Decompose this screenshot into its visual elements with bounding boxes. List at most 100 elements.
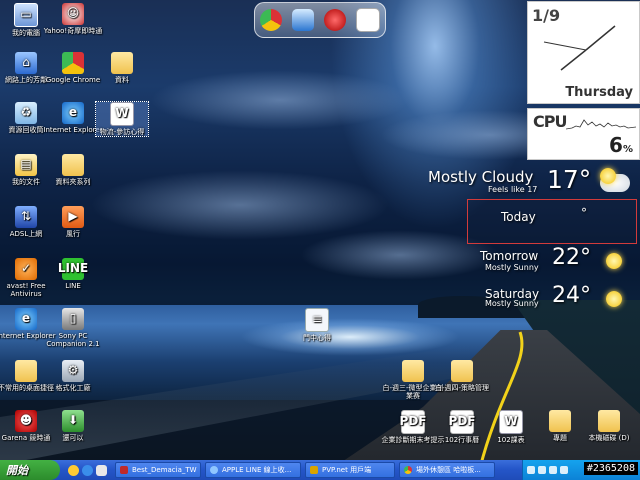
sun-icon xyxy=(600,168,616,184)
sony-companion-icon: ▯ xyxy=(62,308,84,330)
icon-label: avast! Free Antivirus xyxy=(6,282,46,299)
weather-feels-like: Feels like 17 xyxy=(488,185,538,194)
chrome-icon xyxy=(62,52,84,74)
icon-label: Sony PC Companion 2.1 xyxy=(46,332,100,349)
icon-label: 門中心得 xyxy=(303,334,331,342)
line-app-icon: LINE xyxy=(58,258,88,280)
icon-label: Yahoo!奇摩即時通 xyxy=(43,27,103,35)
top-dock xyxy=(254,2,386,38)
icon-label: 我的文件 xyxy=(12,178,40,186)
cpu-unit: % xyxy=(622,144,633,155)
sun-icon xyxy=(606,253,622,269)
weather-today-label: Today xyxy=(501,210,536,224)
task-button-forum[interactable]: 場外休憩區 哈啦板... xyxy=(399,462,495,478)
recycle-bin-icon: ♻ xyxy=(15,102,37,124)
icon-label: 物流-參訪心得 xyxy=(99,128,145,136)
desktop-icon-thu-strategy[interactable]: 白-週四-策略管理 xyxy=(430,360,494,392)
desktop-icon-fengxing[interactable]: ▶ 風行 xyxy=(41,206,105,238)
icon-label: 風行 xyxy=(66,230,80,238)
computer-icon: ▭ xyxy=(14,3,38,27)
avast-icon: ✓ xyxy=(15,258,37,280)
icon-label: 資源回收筒 xyxy=(8,126,44,134)
tray-icon[interactable] xyxy=(549,466,557,474)
yahoo-messenger-icon: ☺ xyxy=(62,3,84,25)
image-id-watermark: #2365208 xyxy=(583,462,638,475)
desktop-icon-door-notes[interactable]: ≡ 門中心得 xyxy=(285,308,349,342)
desktop-icon-logistics-doc[interactable]: W 物流-參訪心得 xyxy=(95,100,149,138)
folder-icon xyxy=(111,52,133,74)
show-desktop-icon[interactable] xyxy=(96,464,107,476)
wallpaper-cloud xyxy=(90,170,390,240)
icon-label: 本機磁碟 (D) xyxy=(588,434,630,442)
tray-icon[interactable] xyxy=(538,466,546,474)
icon-label: 專題 xyxy=(553,434,567,442)
monitor-icon[interactable] xyxy=(292,9,314,31)
ie-icon xyxy=(210,466,218,474)
tray-icon[interactable] xyxy=(560,466,568,474)
wallpaper-cloud xyxy=(150,70,410,130)
weather-tomorrow-temp: 22° xyxy=(552,245,591,270)
format-factory-icon: ⚙ xyxy=(62,360,84,382)
cpu-meter-gadget[interactable]: CPU 6% xyxy=(527,108,640,160)
task-label: 場外休憩區 哈啦板... xyxy=(416,466,481,474)
clock-gadget[interactable]: 1/9 Thursday xyxy=(527,1,640,104)
weather-tomorrow-label: Tomorrow xyxy=(480,249,539,263)
word-document-icon: W xyxy=(110,102,134,126)
messenger-quick-icon[interactable] xyxy=(68,464,79,476)
weather-today-box[interactable]: Today ° xyxy=(467,199,637,244)
desktop-icon-format-factory[interactable]: ⚙ 格式化工廠 xyxy=(41,360,105,392)
road-yellow-line xyxy=(478,331,524,469)
cpu-graph xyxy=(566,119,636,130)
pvp-client-icon xyxy=(310,466,318,474)
text-document-icon: ≡ xyxy=(305,308,329,332)
desktop-icon-huan-keyi[interactable]: ⬇ 還可以 xyxy=(41,410,105,442)
pdf-file-icon: PDF xyxy=(400,410,426,434)
fengxing-player-icon: ▶ xyxy=(62,206,84,228)
weather-tomorrow-condition: Mostly Sunny xyxy=(485,263,539,272)
task-label: Best_Demacia_TW xyxy=(132,466,197,474)
app-icon xyxy=(120,466,128,474)
garena-icon: ☻ xyxy=(15,410,37,432)
folder-icon xyxy=(402,360,424,382)
sun-icon xyxy=(606,291,622,307)
word-document-icon: W xyxy=(499,410,523,434)
weather-today-temp: ° xyxy=(581,206,587,220)
folder-icon xyxy=(62,154,84,176)
folder-icon xyxy=(451,360,473,382)
icon-label: Internet Explorer xyxy=(43,126,103,134)
internet-explorer-icon: e xyxy=(15,308,37,330)
weather-current-condition: Mostly Cloudy xyxy=(428,168,534,186)
task-label: APPLE LINE 線上收... xyxy=(222,466,292,474)
task-label: PVP.net 用戶端 xyxy=(322,466,372,474)
icon-label: 102行事曆 xyxy=(444,436,480,444)
clock-day: Thursday xyxy=(565,85,633,100)
internet-explorer-icon: e xyxy=(62,102,84,124)
quick-launch xyxy=(68,464,107,476)
desktop-icon-local-disk-d[interactable]: 本機磁碟 (D) xyxy=(577,410,640,442)
icon-label: LINE xyxy=(65,282,81,290)
desktop-icon-data-folder[interactable]: 資料 xyxy=(90,52,154,84)
task-button-best-demacia[interactable]: Best_Demacia_TW xyxy=(115,462,201,478)
task-button-apple-line[interactable]: APPLE LINE 線上收... xyxy=(205,462,301,478)
icon-label: 102課表 xyxy=(497,436,525,444)
folder-icon xyxy=(598,410,620,432)
ie-quick-icon[interactable] xyxy=(82,464,93,476)
folder-icon xyxy=(549,410,571,432)
desktop-icon-sony-pc-companion[interactable]: ▯ Sony PC Companion 2.1 xyxy=(41,308,105,348)
taskbar: 開始 Best_Demacia_TW APPLE LINE 線上收... PVP… xyxy=(0,460,640,480)
chrome-icon[interactable] xyxy=(260,9,282,31)
network-icon: ⌂ xyxy=(15,52,37,74)
task-button-pvp-net[interactable]: PVP.net 用戶端 xyxy=(305,462,395,478)
desktop-icon-yahoo-messenger[interactable]: ☺ Yahoo!奇摩即時通 xyxy=(41,3,105,35)
tray-icon[interactable] xyxy=(527,466,535,474)
garena-icon[interactable] xyxy=(324,9,346,31)
weather-current-temp: 17° xyxy=(547,165,592,194)
notepad-icon[interactable] xyxy=(356,8,380,32)
start-button[interactable]: 開始 xyxy=(0,460,60,480)
desktop-icon-line[interactable]: LINE LINE xyxy=(41,258,105,290)
cpu-value: 6 xyxy=(609,133,623,157)
documents-folder-icon: ▤ xyxy=(15,154,37,176)
desktop-icon-folder-series[interactable]: 資料夾系列 xyxy=(41,154,105,186)
chrome-icon xyxy=(404,466,412,474)
pdf-file-icon: PDF xyxy=(449,410,475,434)
